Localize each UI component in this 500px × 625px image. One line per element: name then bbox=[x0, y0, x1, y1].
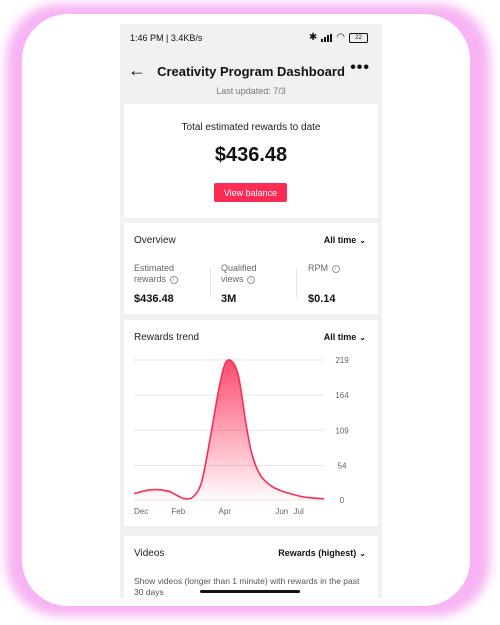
metric-qualified-views: Qualified views i 3M bbox=[221, 263, 296, 305]
rewards-trend-card: Rewards trend All time ⌄ 0 54 109 164 219 Dec F… bbox=[124, 320, 378, 526]
y-tick-label: 0 bbox=[340, 496, 345, 505]
x-tick-label: Apr bbox=[219, 507, 232, 516]
y-tick-label: 54 bbox=[338, 461, 347, 470]
videos-card: Videos Rewards (highest) ⌄ Show videos (l… bbox=[124, 536, 378, 598]
x-tick-label: Feb bbox=[171, 507, 185, 516]
status-time: 1:46 PM | 3.4KB/s bbox=[130, 33, 203, 43]
x-tick-label: Dec bbox=[134, 507, 148, 516]
metric-divider bbox=[210, 269, 211, 297]
y-tick-label: 164 bbox=[335, 391, 349, 400]
metric-label: Qualified views i bbox=[221, 263, 296, 287]
metric-estimated-rewards: Estimated rewards i $436.48 bbox=[134, 263, 209, 305]
total-rewards-label: Total estimated rewards to date bbox=[181, 122, 321, 133]
signal-icon bbox=[321, 33, 333, 42]
page-title: Creativity Program Dashboard bbox=[157, 64, 345, 79]
videos-sort-dropdown[interactable]: Rewards (highest) ⌄ bbox=[278, 548, 366, 558]
metric-label-line1: Estimated bbox=[134, 263, 175, 273]
chevron-down-icon: ⌄ bbox=[359, 333, 366, 342]
more-options-icon[interactable]: ••• bbox=[350, 59, 370, 77]
metric-label-line1: RPM bbox=[308, 263, 328, 273]
info-icon[interactable]: i bbox=[169, 275, 178, 284]
chevron-down-icon: ⌄ bbox=[359, 236, 366, 245]
metric-value: $436.48 bbox=[134, 293, 174, 305]
x-tick-label: Jun bbox=[275, 507, 288, 516]
metric-rpm: RPM i $0.14 bbox=[308, 263, 382, 305]
metric-value: 3M bbox=[221, 293, 237, 305]
videos-title: Videos bbox=[134, 548, 165, 559]
overview-filter-dropdown[interactable]: All time ⌄ bbox=[324, 235, 366, 245]
rewards-trend-chart: 0 54 109 164 219 Dec Feb Apr Jun Jul bbox=[133, 356, 349, 516]
trend-filter-dropdown[interactable]: All time ⌄ bbox=[324, 332, 366, 342]
overview-title: Overview bbox=[134, 235, 176, 246]
info-icon[interactable]: i bbox=[247, 275, 256, 284]
metric-label-line2: views bbox=[221, 274, 244, 284]
view-balance-button[interactable]: View balance bbox=[214, 183, 287, 202]
overview-filter-label: All time bbox=[323, 235, 357, 245]
home-indicator[interactable] bbox=[200, 590, 300, 593]
chevron-down-icon: ⌄ bbox=[359, 549, 366, 558]
summary-card: Total estimated rewards to date $436.48 … bbox=[124, 104, 378, 218]
last-updated-text: Last updated: 7/3 bbox=[216, 86, 286, 96]
battery-icon: 22 bbox=[349, 32, 368, 43]
metric-label: RPM i bbox=[308, 263, 382, 287]
metric-value: $0.14 bbox=[308, 293, 336, 305]
info-icon[interactable]: i bbox=[331, 264, 340, 273]
rewards-trend-title: Rewards trend bbox=[134, 332, 200, 343]
metric-label-line2: rewards bbox=[134, 274, 167, 284]
status-icons: ✱ ◠ 22 bbox=[309, 32, 368, 43]
overview-card: Overview All time ⌄ Estimated rewards i $… bbox=[124, 223, 378, 314]
x-tick-label: Jul bbox=[294, 507, 304, 516]
videos-description: Show videos (longer than 1 minute) with … bbox=[134, 576, 360, 597]
total-rewards-value: $436.48 bbox=[214, 144, 288, 166]
metric-label-line1: Qualified bbox=[221, 263, 257, 273]
y-tick-label: 219 bbox=[335, 356, 349, 365]
metric-label: Estimated rewards i bbox=[134, 263, 209, 287]
app-screen: 1:46 PM | 3.4KB/s ✱ ◠ 22 ← Creativity Pr… bbox=[120, 24, 382, 598]
metric-divider bbox=[296, 269, 297, 297]
wifi-icon: ◠ bbox=[336, 32, 345, 43]
status-bar: 1:46 PM | 3.4KB/s ✱ ◠ 22 bbox=[120, 24, 382, 50]
y-tick-label: 109 bbox=[335, 426, 349, 435]
trend-filter-label: All time bbox=[323, 332, 357, 342]
bluetooth-icon: ✱ bbox=[308, 32, 318, 43]
back-arrow-icon[interactable]: ← bbox=[128, 60, 146, 81]
videos-sort-label: Rewards (highest) bbox=[278, 548, 357, 558]
